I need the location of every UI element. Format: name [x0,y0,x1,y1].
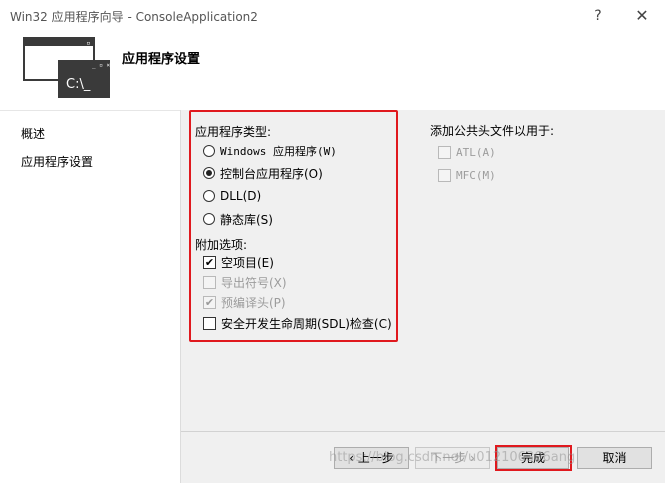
checkbox-label: 安全开发生命周期(SDL)检查(C) [221,316,392,331]
cancel-button[interactable]: 取消 [577,447,652,469]
sidebar: 概述 应用程序设置 [0,110,180,483]
checkbox-label: 空项目(E) [221,255,274,270]
checkbox-checked[interactable]: ✔ [203,255,216,269]
settings-panel: 应用程序类型: Windows 应用程序(W) 控制台应用程序(O) DLL(D… [180,110,665,483]
checkbox-empty-project[interactable]: ✔ 空项目(E) [203,253,274,271]
next-button[interactable]: 下一步 › [415,447,490,469]
help-button[interactable]: ? [588,6,608,26]
checkbox-disabled [203,275,216,289]
checkbox-export-symbols: 导出符号(X) [203,273,287,291]
console-app-icon: _ ▫ × _ ▫ × C:\_ [23,37,110,98]
radio-windows-app[interactable]: Windows 应用程序(W) [203,142,337,160]
checkbox-label: 预编译头(P) [221,295,286,310]
checkbox-label: 导出符号(X) [221,275,287,290]
radio-label: DLL(D) [220,189,262,203]
title-bar: Win32 应用程序向导 - ConsoleApplication2 ? ✕ [0,0,665,32]
svg-text:_ ▫ ×: _ ▫ × [78,39,99,47]
sidebar-item-app-settings[interactable]: 应用程序设置 [21,153,93,170]
radio-button[interactable] [203,145,215,157]
checkbox-disabled-checked: ✔ [203,295,216,309]
checkbox-disabled [438,168,451,182]
checkbox-label: MFC(M) [456,168,496,182]
extra-options-label: 附加选项: [195,238,248,252]
checkbox-unchecked[interactable] [203,316,216,330]
radio-dll[interactable]: DLL(D) [203,187,261,205]
console-prompt-text: C:\_ [66,77,91,92]
radio-label: 控制台应用程序(O) [220,166,323,181]
radio-label: 静态库(S) [220,212,273,227]
checkbox-precompiled-header: ✔ 预编译头(P) [203,293,286,311]
wizard-header: _ ▫ × _ ▫ × C:\_ 应用程序设置 [0,32,665,110]
radio-label: Windows 应用程序(W) [220,145,337,158]
footer-divider [181,431,665,432]
previous-button[interactable]: ‹ 上一步 [334,447,409,469]
radio-button[interactable] [203,190,215,202]
radio-button-selected[interactable] [203,167,215,179]
checkbox-mfc: MFC(M) [438,166,496,184]
close-button[interactable]: ✕ [632,6,652,26]
checkbox-atl: ATL(A) [438,143,496,161]
radio-button[interactable] [203,213,215,225]
finish-button[interactable]: 完成 [497,447,569,469]
radio-console-app[interactable]: 控制台应用程序(O) [203,164,323,182]
radio-static-lib[interactable]: 静态库(S) [203,210,273,228]
sidebar-item-overview[interactable]: 概述 [21,125,45,142]
checkbox-disabled [438,145,451,159]
common-headers-label: 添加公共头文件以用于: [430,124,555,138]
checkbox-sdl-check[interactable]: 安全开发生命周期(SDL)检查(C) [203,314,392,332]
page-title: 应用程序设置 [122,52,201,67]
checkbox-label: ATL(A) [456,145,496,159]
app-type-label: 应用程序类型: [195,125,272,139]
svg-text:_ ▫ ×: _ ▫ × [92,62,110,69]
window-title: Win32 应用程序向导 - ConsoleApplication2 [10,10,258,24]
